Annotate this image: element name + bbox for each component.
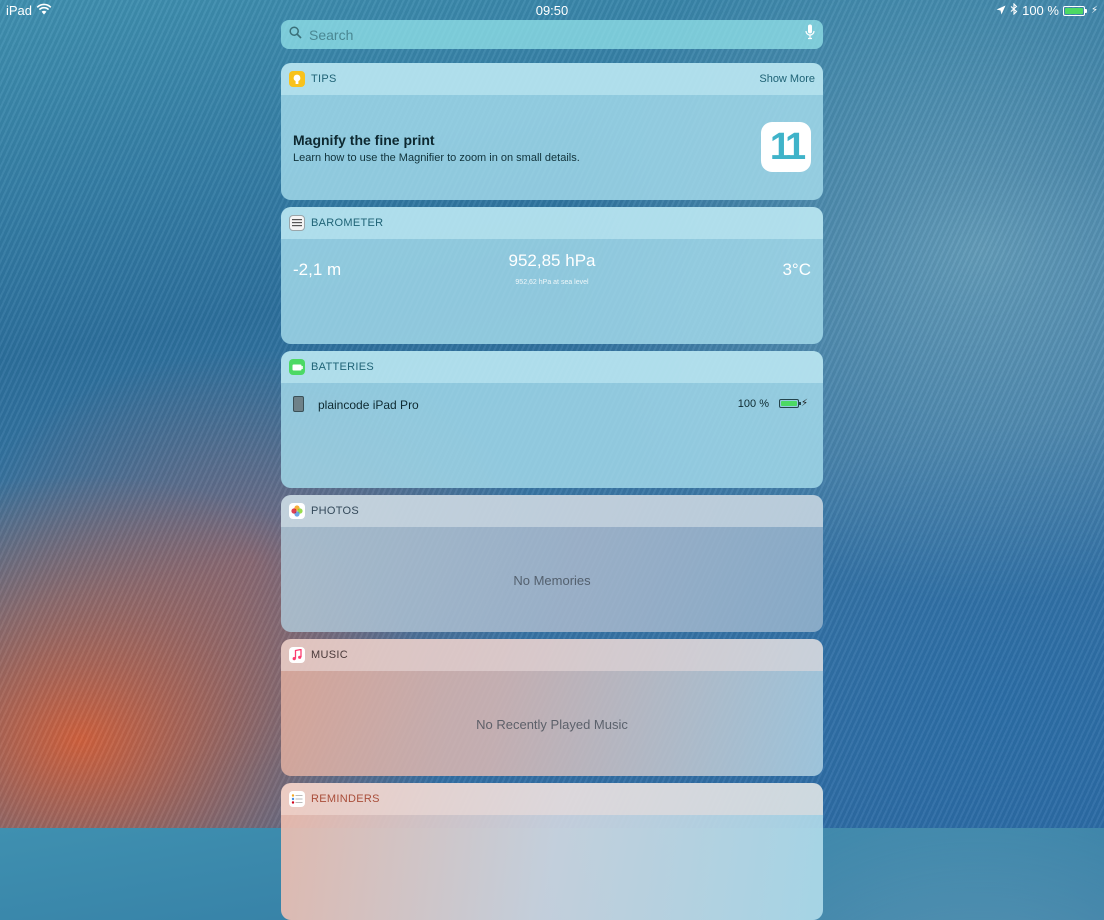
barometer-app-icon — [289, 215, 305, 231]
battery-device-row: plaincode iPad Pro 100 % ⚡ — [281, 383, 823, 423]
photos-title: PHOTOS — [311, 505, 360, 517]
music-header: MUSIC — [281, 639, 823, 671]
battery-icon — [1062, 5, 1087, 16]
photos-widget[interactable]: PHOTOS No Memories — [281, 495, 823, 632]
batteries-app-icon — [289, 359, 305, 375]
tip-description: Learn how to use the Magnifier to zoom i… — [293, 152, 580, 164]
barometer-widget[interactable]: BAROMETER -2,1 m 952,85 hPa 952,62 hPa a… — [281, 207, 823, 344]
ios11-badge-icon: 11 — [761, 122, 811, 172]
temperature-value: 3°C — [782, 260, 811, 279]
reminders-title: REMINDERS — [311, 793, 380, 805]
battery-fill — [1064, 7, 1083, 14]
barometer-title: BAROMETER — [311, 217, 384, 229]
show-more-button[interactable]: Show More — [759, 73, 815, 85]
barometer-body: -2,1 m 952,85 hPa 952,62 hPa at sea leve… — [281, 239, 823, 344]
photos-empty-message: No Memories — [513, 573, 591, 588]
tips-widget[interactable]: TIPS Show More Magnify the fine print Le… — [281, 63, 823, 200]
search-bar[interactable] — [281, 20, 823, 49]
music-note-icon — [289, 647, 305, 663]
barometer-header: BAROMETER — [281, 207, 823, 239]
tips-lightbulb-icon — [289, 71, 305, 87]
tips-title: TIPS — [311, 73, 337, 85]
charging-icon: ⚡ — [1090, 5, 1098, 16]
status-bar: iPad 09:50 100 % ⚡ — [0, 0, 1104, 20]
tips-body[interactable]: Magnify the fine print Learn how to use … — [281, 95, 823, 200]
ipad-device-icon — [293, 396, 304, 412]
reminders-header: REMINDERS — [281, 783, 823, 815]
music-title: MUSIC — [311, 649, 348, 661]
device-name: plaincode iPad Pro — [318, 398, 419, 412]
pressure-value: 952,85 hPa — [508, 251, 596, 270]
photos-app-icon — [289, 503, 305, 519]
device-charging-icon: ⚡ — [800, 398, 808, 409]
photos-header: PHOTOS — [281, 495, 823, 527]
batteries-widget[interactable]: BATTERIES plaincode iPad Pro 100 % ⚡ — [281, 351, 823, 488]
batteries-title: BATTERIES — [311, 361, 375, 373]
device-battery-fill — [781, 401, 797, 406]
clock: 09:50 — [535, 3, 569, 18]
reminders-widget[interactable]: REMINDERS — [281, 783, 823, 920]
music-empty-message: No Recently Played Music — [476, 717, 628, 732]
device-battery-icon — [779, 399, 801, 408]
microphone-icon[interactable] — [805, 24, 815, 45]
bluetooth-icon — [1010, 2, 1018, 18]
sea-level-pressure: 952,62 hPa at sea level — [515, 279, 589, 286]
status-right: 100 % ⚡ — [996, 2, 1098, 18]
music-widget[interactable]: MUSIC No Recently Played Music — [281, 639, 823, 776]
batteries-header: BATTERIES — [281, 351, 823, 383]
search-input[interactable] — [307, 25, 805, 44]
location-icon — [996, 3, 1006, 18]
search-icon — [289, 25, 302, 44]
reminders-list-icon — [289, 791, 305, 807]
tips-header: TIPS Show More — [281, 63, 823, 95]
tip-headline: Magnify the fine print — [293, 132, 435, 148]
device-battery-percent: 100 % — [737, 398, 769, 410]
battery-percent: 100 % — [1022, 3, 1059, 18]
